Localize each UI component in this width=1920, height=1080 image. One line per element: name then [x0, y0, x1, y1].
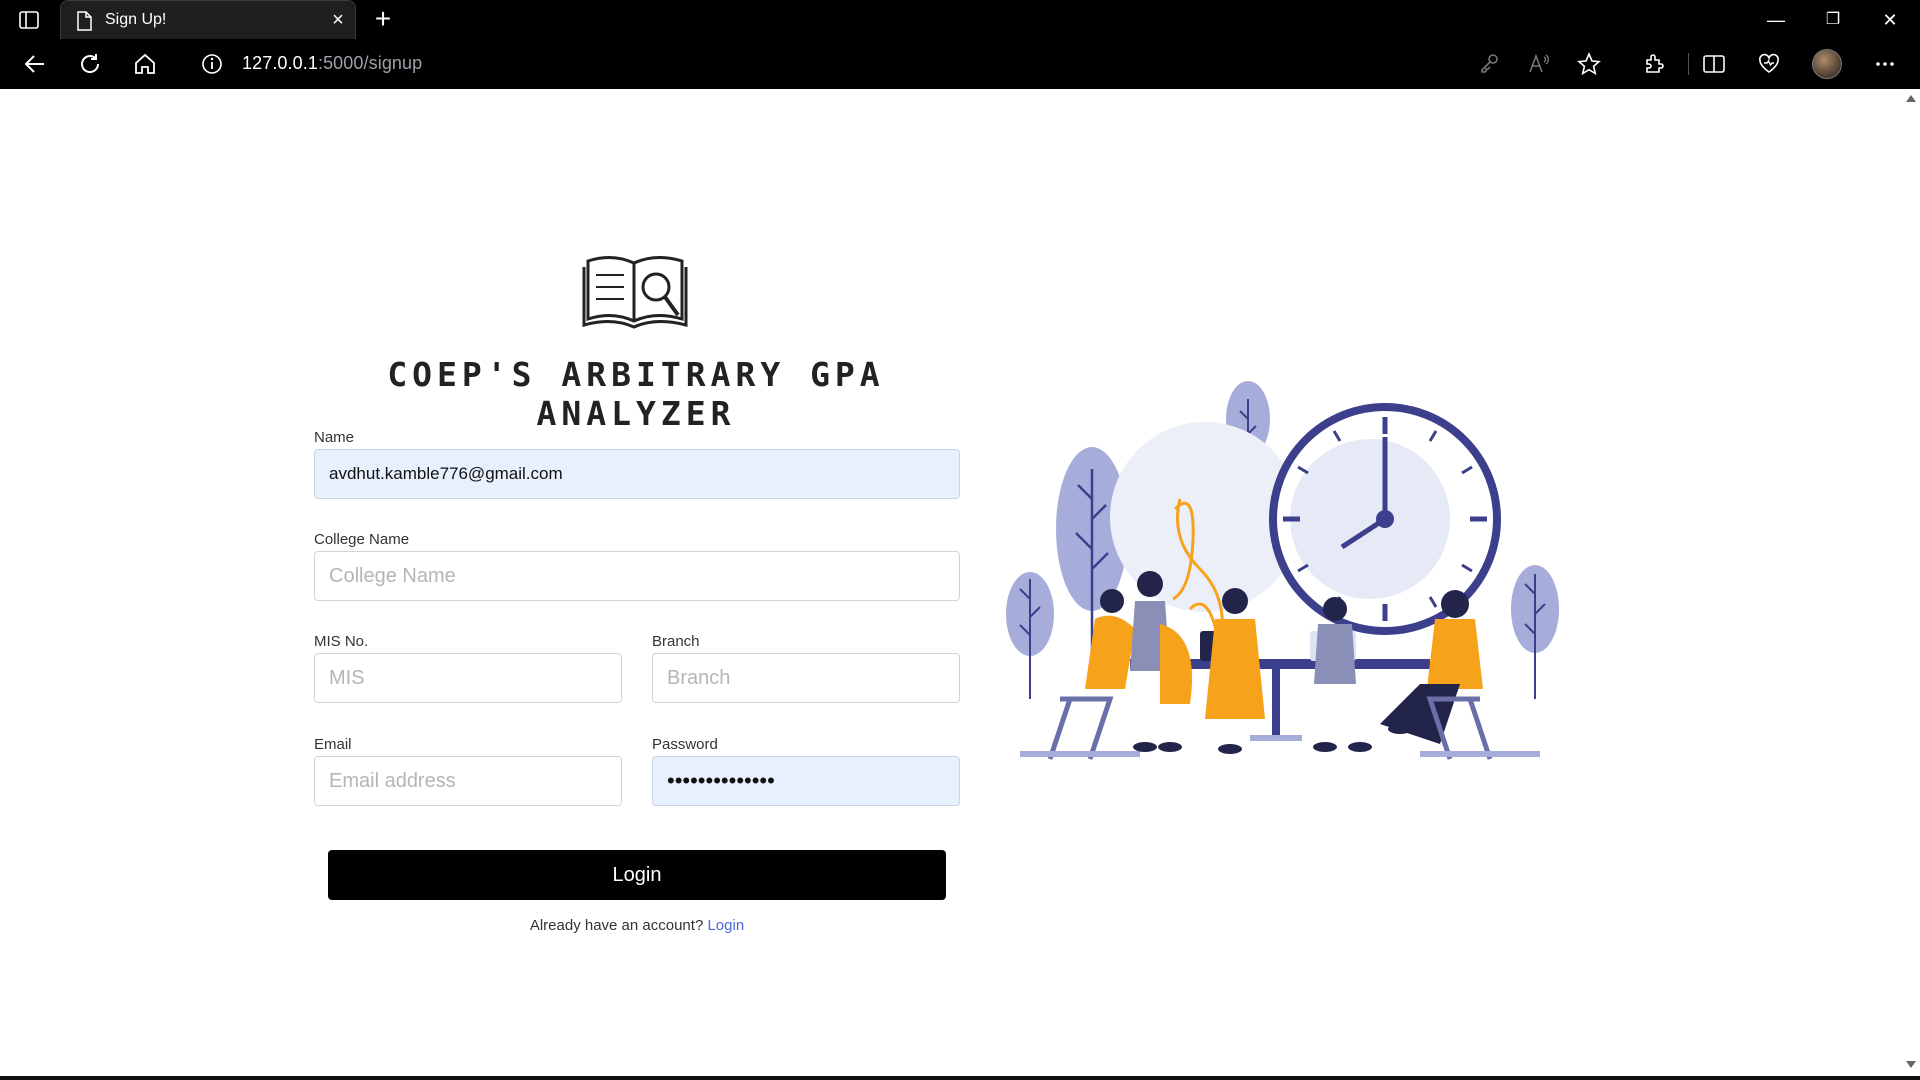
tab-title: Sign Up! [105, 11, 167, 28]
address-bar[interactable]: 127.0.0.1:5000/signup [242, 53, 422, 74]
password-label: Password [652, 736, 718, 753]
vertical-scrollbar[interactable] [1904, 89, 1920, 1080]
new-tab-icon[interactable]: + [370, 5, 396, 33]
branch-input[interactable] [652, 653, 960, 703]
back-arrow-icon[interactable] [22, 51, 48, 77]
scroll-up-arrow-icon[interactable] [1906, 95, 1916, 102]
branch-label: Branch [652, 633, 700, 650]
minimize-icon[interactable]: — [1756, 6, 1796, 34]
tab-bar: Sign Up! × + — ❐ ✕ [0, 0, 1920, 39]
tab-actions-icon[interactable] [18, 9, 40, 31]
site-info-icon[interactable] [200, 52, 224, 76]
split-screen-icon[interactable] [1701, 51, 1727, 77]
scroll-down-arrow-icon[interactable] [1906, 1061, 1916, 1068]
extensions-icon[interactable] [1641, 51, 1667, 77]
favorite-star-icon[interactable] [1576, 51, 1602, 77]
login-button[interactable]: Login [328, 850, 946, 900]
already-account-prompt: Already have an account? [529, 917, 704, 934]
name-label: Name [314, 429, 355, 446]
app-title: COEP'S ARBITRARY GPA ANALYZER [387, 355, 885, 433]
mis-label: MIS No. [314, 633, 369, 650]
mis-input[interactable] [314, 653, 622, 703]
email-input[interactable] [314, 756, 622, 806]
url-host: 127.0.0.1 [242, 53, 318, 73]
refresh-icon[interactable] [77, 51, 103, 77]
college-name-label: College Name [314, 531, 410, 548]
close-window-icon[interactable]: ✕ [1870, 6, 1910, 34]
name-input[interactable] [314, 449, 960, 499]
restore-icon[interactable]: ❐ [1813, 6, 1853, 34]
team-meeting-clock-illustration [1000, 379, 1580, 899]
url-path: :5000/signup [317, 53, 423, 73]
toolbar-divider [1688, 53, 1689, 75]
open-book-magnifier-icon [582, 249, 688, 331]
already-account-text: Already have an account? Login [328, 917, 946, 934]
profile-avatar[interactable] [1812, 49, 1842, 79]
login-link[interactable]: Login [707, 917, 744, 934]
browser-toolbar: 127.0.0.1:5000/signup [0, 39, 1920, 89]
password-input[interactable]: •••••••••••••• [652, 756, 960, 806]
window-bottom-edge [0, 1076, 1920, 1080]
page-icon [75, 11, 93, 31]
home-icon[interactable] [132, 51, 158, 77]
college-name-input[interactable] [314, 551, 960, 601]
tab-close-icon[interactable]: × [327, 9, 349, 31]
browser-tab[interactable]: Sign Up! × [60, 0, 356, 39]
password-mask: •••••••••••••• [667, 768, 775, 793]
browser-essentials-icon[interactable] [1756, 51, 1782, 77]
page-content: COEP'S ARBITRARY GPA ANALYZER Name Colle… [0, 89, 1904, 1080]
key-icon[interactable] [1476, 51, 1502, 77]
more-menu-icon[interactable] [1872, 51, 1898, 77]
read-aloud-icon[interactable] [1526, 51, 1552, 77]
email-label: Email [314, 736, 352, 753]
